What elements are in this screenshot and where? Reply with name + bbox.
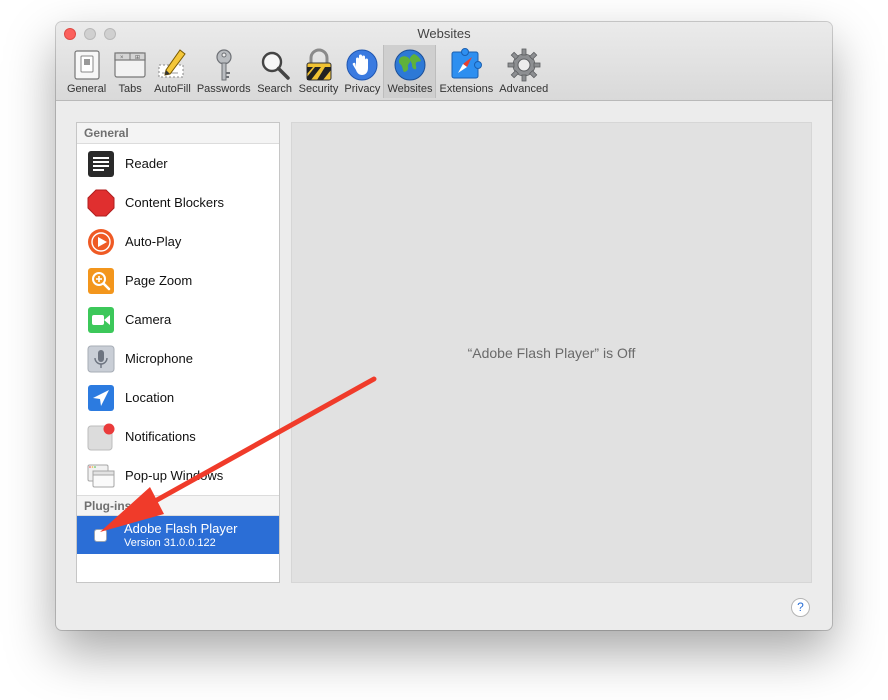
toolbar-privacy[interactable]: Privacy [341,45,383,98]
toolbar-label: Websites [387,83,433,95]
reader-icon [88,150,114,177]
plugin-enable-checkbox[interactable] [94,528,107,542]
sidebar-item-location[interactable]: Location [77,378,279,417]
stop-sign-icon [87,189,115,216]
sidebar-item-label: Auto-Play [125,234,182,249]
popup-windows-icon [87,464,115,487]
hand-icon [346,49,378,81]
toolbar-passwords[interactable]: Passwords [194,45,254,98]
toolbar-label: Tabs [118,83,142,95]
toolbar-websites[interactable]: Websites [383,45,437,98]
sidebar-item-label: Page Zoom [125,273,193,288]
camera-icon [88,306,114,333]
toolbar-label: Advanced [499,83,549,95]
toolbar-autofill[interactable]: AutoFill [151,45,194,98]
play-icon [88,228,114,255]
detail-message: “Adobe Flash Player” is Off [467,345,636,361]
toolbar-label: Extensions [439,83,494,95]
notification-badge-icon [87,423,115,450]
plugin-row-adobe-flash[interactable]: Adobe Flash Player Version 31.0.0.122 [77,516,279,554]
toolbar-advanced[interactable]: Advanced [496,45,551,98]
toolbar-search[interactable]: Search [254,45,296,98]
toolbar-label: Privacy [344,83,381,95]
key-icon [216,49,232,81]
sidebar-item-auto-play[interactable]: Auto-Play [77,222,279,261]
section-header-general: General [77,123,279,144]
sidebar-item-label: Location [125,390,175,405]
globe-icon [394,49,426,81]
sidebar-item-label: Microphone [125,351,193,366]
toolbar-label: Passwords [196,83,251,95]
toolbar-security[interactable]: Security [296,45,342,98]
sidebar-item-reader[interactable]: Reader [77,144,279,183]
toolbar-extensions[interactable]: Extensions [436,45,496,98]
window-title: Websites [417,26,471,41]
location-arrow-icon [88,384,114,411]
plugin-info: Adobe Flash Player Version 31.0.0.122 [124,521,237,550]
sidebar-item-label: Notifications [125,429,196,444]
section-header-plugins: Plug-ins [77,495,279,516]
sidebar-item-content-blockers[interactable]: Content Blockers [77,183,279,222]
general-switch-icon [73,50,100,80]
title-bar: Websites General × ⊞ Tabs AutoFill Passw… [56,22,832,101]
plugin-name: Adobe Flash Player [124,520,238,536]
pencil-form-icon [158,49,187,78]
detail-pane: “Adobe Flash Player” is Off [291,122,812,583]
toolbar-label: Search [257,83,293,95]
zoom-icon [88,267,114,294]
toolbar-label: AutoFill [154,83,191,95]
microphone-icon [87,345,115,372]
toolbar-tabs[interactable]: × ⊞ Tabs [109,45,151,98]
sidebar-item-label: Reader [125,156,168,171]
toolbar-label: General [67,83,107,95]
sidebar-item-label: Content Blockers [125,195,224,210]
magnifier-icon [261,51,290,80]
compass-puzzle-icon [451,48,483,79]
websites-sidebar: General Reader Content Blockers Auto-Pla… [76,122,280,583]
svg-text:⊞: ⊞ [135,55,140,61]
padlock-icon [306,48,331,81]
sidebar-item-popup-windows[interactable]: Pop-up Windows [77,456,279,495]
sidebar-item-label: Camera [125,312,172,327]
sidebar-item-label: Pop-up Windows [125,468,224,483]
sidebar-item-notifications[interactable]: Notifications [77,417,279,456]
tabs-icon: × ⊞ [114,52,146,78]
svg-text:×: × [120,55,124,61]
sidebar-item-page-zoom[interactable]: Page Zoom [77,261,279,300]
sidebar-item-microphone[interactable]: Microphone [77,339,279,378]
help-button[interactable]: ? [791,598,810,617]
gear-icon [507,48,541,82]
sidebar-item-camera[interactable]: Camera [77,300,279,339]
preferences-window: Websites General × ⊞ Tabs AutoFill Passw… [56,22,832,630]
preferences-toolbar: General × ⊞ Tabs AutoFill Passwords Sear… [64,45,551,100]
toolbar-general[interactable]: General [64,45,109,98]
toolbar-label: Security [298,83,339,95]
plugin-version: Version 31.0.0.122 [124,536,216,549]
